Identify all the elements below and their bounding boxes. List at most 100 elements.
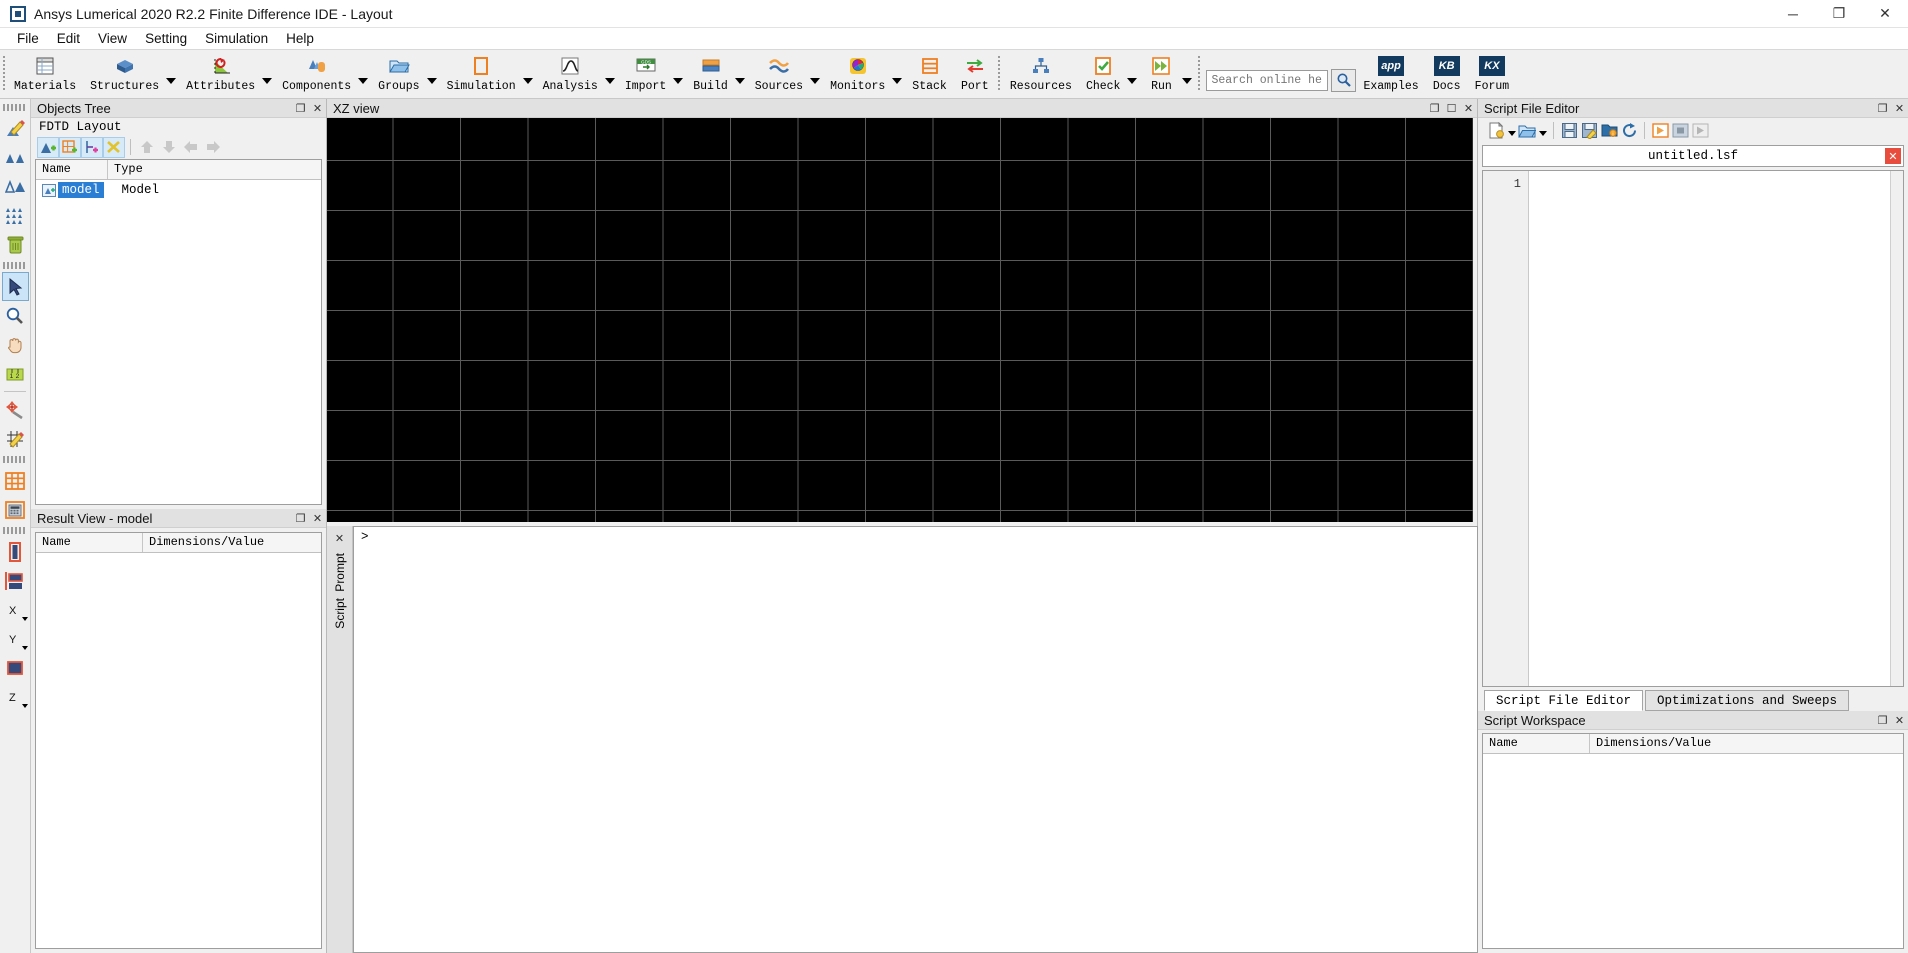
minimize-button[interactable]: ─: [1770, 0, 1816, 28]
ribbon-button-stack[interactable]: Stack: [905, 50, 954, 98]
simulation-dropdown-arrow[interactable]: [522, 50, 536, 98]
add-structure-icon[interactable]: [37, 136, 59, 158]
ribbon-button-examples[interactable]: app Examples: [1356, 50, 1425, 98]
mesh-calculator-icon[interactable]: [2, 495, 29, 524]
search-button[interactable]: [1331, 68, 1357, 92]
step-script-icon[interactable]: [1690, 120, 1710, 141]
menu-item-setting[interactable]: Setting: [136, 29, 196, 48]
ribbon-button-groups[interactable]: Groups: [371, 50, 426, 98]
import-dropdown-arrow[interactable]: [673, 50, 686, 98]
view-x-icon[interactable]: X: [2, 595, 29, 624]
prompt-tab-label[interactable]: Prompt: [333, 553, 347, 592]
close-tab-icon[interactable]: ✕: [1885, 148, 1901, 164]
ribbon-button-sources[interactable]: Sources: [748, 50, 810, 98]
ribbon-button-monitors[interactable]: Monitors: [823, 50, 892, 98]
open-script-icon[interactable]: [1517, 120, 1537, 141]
check-dropdown-arrow[interactable]: [1127, 50, 1140, 98]
script-workspace-close-icon[interactable]: ✕: [1891, 712, 1908, 729]
objects-tree-close-icon[interactable]: ✕: [309, 100, 326, 117]
measure-tool-icon[interactable]: 12: [2, 359, 29, 388]
prompt-input[interactable]: >: [353, 526, 1478, 953]
toolbar-grip-3[interactable]: [3, 456, 27, 463]
ribbon-button-build[interactable]: Build: [686, 50, 735, 98]
script-tab-label[interactable]: Script: [333, 598, 347, 629]
build-dropdown-arrow[interactable]: [734, 50, 748, 98]
select-tool-icon[interactable]: [1, 272, 29, 301]
menu-item-view[interactable]: View: [89, 29, 136, 48]
tree-row-name[interactable]: model: [58, 182, 104, 198]
view-mesh-icon[interactable]: [2, 466, 29, 495]
menu-item-edit[interactable]: Edit: [48, 29, 89, 48]
groups-dropdown-arrow[interactable]: [426, 50, 440, 98]
menu-item-simulation[interactable]: Simulation: [196, 29, 277, 48]
xz-view-undock-icon[interactable]: ❐: [1426, 100, 1443, 117]
toolbar-grip-4[interactable]: [3, 527, 27, 534]
script-text-area[interactable]: [1529, 171, 1890, 686]
add-mesh-icon[interactable]: [59, 136, 81, 158]
move-up-icon[interactable]: [136, 137, 158, 158]
add-source-icon[interactable]: [103, 136, 125, 158]
table-row[interactable]: model Model: [36, 180, 321, 200]
components-dropdown-arrow[interactable]: [358, 50, 371, 98]
xz-view-close-icon[interactable]: ✕: [1460, 100, 1477, 117]
ribbon-button-attributes[interactable]: Attributes: [179, 50, 262, 98]
ribbon-button-analysis[interactable]: Analysis: [536, 50, 605, 98]
close-button[interactable]: ✕: [1862, 0, 1908, 28]
zoom-tool-icon[interactable]: [2, 301, 29, 330]
view-perspective-icon[interactable]: [2, 537, 29, 566]
ribbon-button-components[interactable]: Components: [275, 50, 358, 98]
ribbon-button-materials[interactable]: Materials: [7, 50, 83, 98]
ribbon-button-structures[interactable]: Structures: [83, 50, 166, 98]
ribbon-grip[interactable]: [0, 50, 7, 98]
sources-dropdown-arrow[interactable]: [810, 50, 823, 98]
array-objects-icon[interactable]: [2, 201, 29, 230]
group-objects-icon[interactable]: [2, 143, 29, 172]
toolbar-grip-1[interactable]: [3, 104, 27, 111]
ribbon-button-docs[interactable]: KB Docs: [1426, 50, 1468, 98]
tab-optimizations-and-sweeps[interactable]: Optimizations and Sweeps: [1645, 690, 1850, 711]
new-script-icon[interactable]: [1486, 120, 1506, 141]
stop-script-icon[interactable]: [1670, 120, 1690, 141]
ribbon-group-grip-3[interactable]: [1195, 50, 1202, 98]
toolbar-grip-2[interactable]: [3, 262, 27, 269]
view-y-icon[interactable]: Y: [2, 624, 29, 653]
move-right-icon[interactable]: [202, 137, 224, 158]
run-script-icon[interactable]: [1650, 120, 1670, 141]
reload-script-icon[interactable]: [1619, 120, 1639, 141]
move-left-icon[interactable]: [180, 137, 202, 158]
save-as-script-icon[interactable]: [1579, 120, 1599, 141]
analysis-dropdown-arrow[interactable]: [604, 50, 618, 98]
attributes-dropdown-arrow[interactable]: [262, 50, 275, 98]
delete-object-icon[interactable]: [2, 230, 29, 259]
monitors-dropdown-arrow[interactable]: [892, 50, 905, 98]
menu-item-help[interactable]: Help: [277, 29, 323, 48]
result-view-undock-icon[interactable]: ❐: [292, 510, 309, 527]
objects-tree-undock-icon[interactable]: ❐: [292, 100, 309, 117]
search-input[interactable]: [1206, 69, 1329, 91]
script-editor-undock-icon[interactable]: ❐: [1874, 100, 1891, 117]
tab-script-file-editor[interactable]: Script File Editor: [1484, 690, 1644, 711]
ribbon-button-port[interactable]: Port: [954, 50, 996, 98]
structures-dropdown-arrow[interactable]: [166, 50, 179, 98]
ribbon-button-resources[interactable]: Resources: [1003, 50, 1079, 98]
ribbon-button-simulation[interactable]: Simulation: [440, 50, 523, 98]
new-script-dropdown-arrow[interactable]: [1506, 120, 1517, 141]
ribbon-button-check[interactable]: Check: [1079, 50, 1128, 98]
ribbon-button-run[interactable]: Run: [1140, 50, 1182, 98]
result-view-close-icon[interactable]: ✕: [309, 510, 326, 527]
view-z-icon[interactable]: Z: [2, 682, 29, 711]
maximize-button[interactable]: ❐: [1816, 0, 1862, 28]
ribbon-group-grip-2[interactable]: [996, 50, 1003, 98]
script-editor-close-icon[interactable]: ✕: [1891, 100, 1908, 117]
save-script-icon[interactable]: [1559, 120, 1579, 141]
pan-tool-icon[interactable]: [2, 330, 29, 359]
move-down-icon[interactable]: [158, 137, 180, 158]
xz-view-restore-icon[interactable]: ☐: [1443, 100, 1460, 117]
edit-object-icon[interactable]: [2, 114, 29, 143]
view-xy-icon[interactable]: [2, 566, 29, 595]
prompt-close-icon[interactable]: ✕: [331, 530, 348, 547]
edit-mesh-icon[interactable]: [2, 424, 29, 453]
add-monitor-icon[interactable]: [81, 136, 103, 158]
script-workspace-undock-icon[interactable]: ❐: [1874, 712, 1891, 729]
menu-item-file[interactable]: File: [8, 29, 48, 48]
